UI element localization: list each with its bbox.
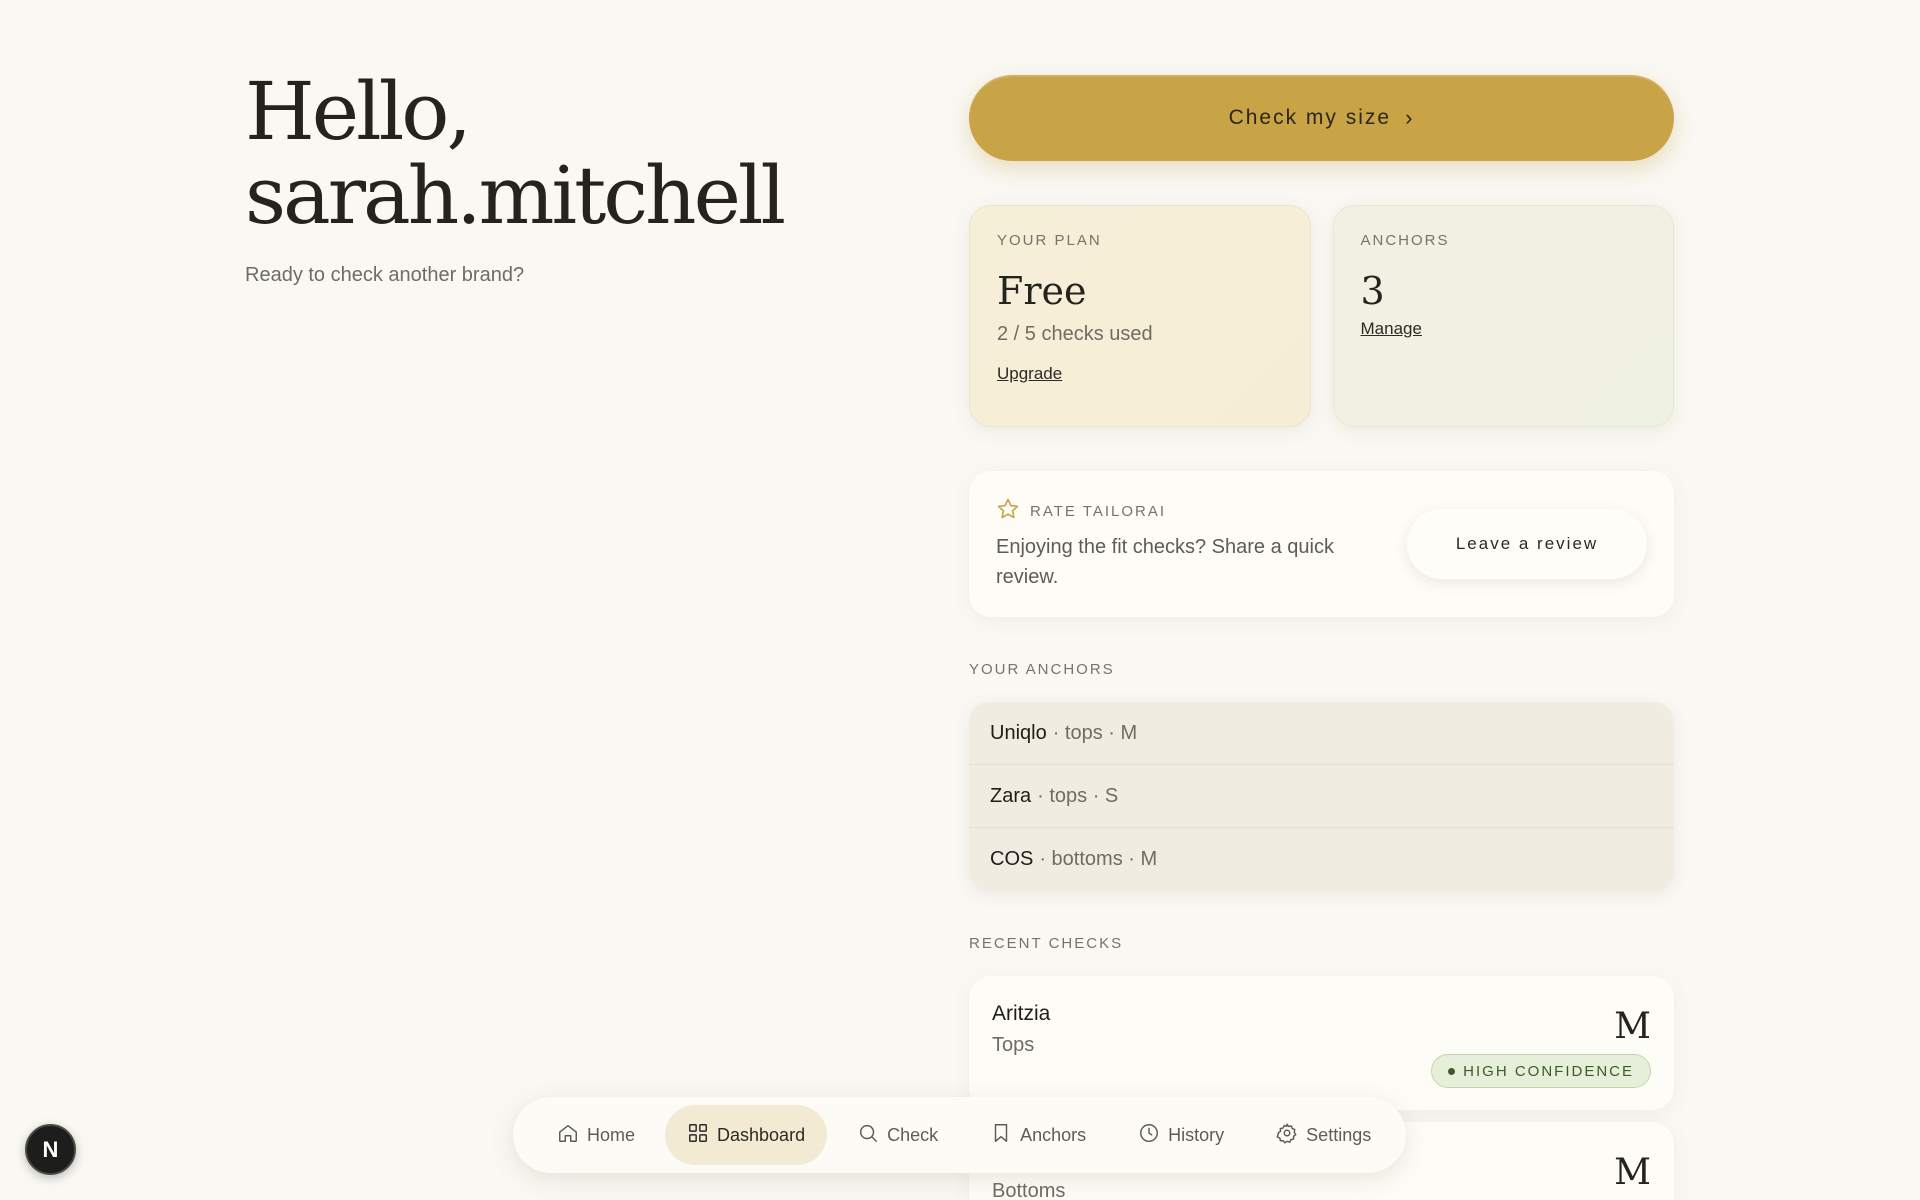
rate-text: Enjoying the fit checks? Share a quick r… <box>996 535 1334 588</box>
anchor-row-uniqlo[interactable]: Uniqlo · tops · M <box>969 702 1674 765</box>
bookmark-icon <box>990 1122 1012 1149</box>
greeting-subtitle: Ready to check another brand? <box>245 264 525 286</box>
nav-label: Check <box>887 1124 939 1145</box>
upgrade-link[interactable]: Upgrade <box>997 364 1062 384</box>
clock-icon <box>1138 1122 1160 1149</box>
grid-icon <box>687 1122 709 1149</box>
confidence-label: HIGH CONFIDENCE <box>1463 1062 1634 1080</box>
plan-usage: 2 / 5 checks used <box>997 323 1153 345</box>
nav-label: Home <box>587 1124 636 1145</box>
anchor-detail: · tops · M <box>1052 721 1138 744</box>
check-size: M <box>1614 1152 1651 1193</box>
plan-name: Free <box>997 269 1087 313</box>
anchor-brand: Uniqlo <box>990 721 1047 744</box>
nav-item-check[interactable]: Check <box>835 1105 960 1165</box>
search-icon <box>857 1122 879 1149</box>
dashboard-main: Check my size › YOUR PLAN Free 2 / 5 che… <box>969 75 1674 1200</box>
leave-review-button[interactable]: Leave a review <box>1407 509 1647 579</box>
plan-card-label: YOUR PLAN <box>997 232 1102 249</box>
recent-checks-heading: RECENT CHECKS <box>969 935 1124 952</box>
page-title: Hello, sarah.mitchell <box>245 70 786 238</box>
anchor-list: Uniqlo · tops · M Zara · tops · S COS · … <box>969 702 1674 891</box>
anchor-brand: Zara <box>990 784 1032 807</box>
greeting-username: sarah.mitchell <box>245 149 786 242</box>
anchors-count: 3 <box>1360 269 1385 313</box>
greeting-hello: Hello, <box>245 65 472 158</box>
rate-label: RATE TAILORAI <box>1030 502 1167 520</box>
plan-card: YOUR PLAN Free 2 / 5 checks used Upgrade <box>969 205 1311 427</box>
summary-cards: YOUR PLAN Free 2 / 5 checks used Upgrade… <box>969 205 1674 427</box>
star-icon <box>996 497 1020 526</box>
gear-icon <box>1276 1122 1298 1149</box>
rate-card: RATE TAILORAI Enjoying the fit checks? S… <box>969 471 1674 617</box>
check-category: Bottoms <box>992 1180 1066 1200</box>
confidence-dot-icon <box>1448 1067 1456 1075</box>
nav-label: Dashboard <box>717 1124 806 1145</box>
nav-label: History <box>1168 1124 1225 1145</box>
your-anchors-heading: YOUR ANCHORS <box>969 661 1115 678</box>
greeting: Hello, sarah.mitchell Ready to check ano… <box>245 70 786 287</box>
confidence-badge: HIGH CONFIDENCE <box>1431 1054 1651 1088</box>
anchor-row-cos[interactable]: COS · bottoms · M <box>969 828 1674 891</box>
nav-item-home[interactable]: Home <box>535 1105 657 1165</box>
chevron-right-icon: › <box>1405 105 1415 130</box>
anchor-detail: · bottoms · M <box>1039 848 1158 870</box>
check-my-size-button[interactable]: Check my size › <box>969 75 1674 161</box>
rate-header: RATE TAILORAI <box>996 497 1396 526</box>
bottom-nav: Home Dashboard Check Anchors History Set… <box>513 1097 1406 1173</box>
fab-letter: N <box>42 1136 59 1162</box>
anchor-detail: · tops · S <box>1037 784 1119 807</box>
nav-item-dashboard[interactable]: Dashboard <box>665 1105 828 1165</box>
anchors-card: ANCHORS 3 Manage <box>1332 205 1674 427</box>
check-size: M <box>1614 1006 1651 1047</box>
recent-check-card[interactable]: Aritzia Tops M HIGH CONFIDENCE <box>969 976 1674 1110</box>
check-brand: Aritzia <box>992 1002 1051 1025</box>
anchor-row-zara[interactable]: Zara · tops · S <box>969 765 1674 828</box>
rate-content: RATE TAILORAI Enjoying the fit checks? S… <box>996 497 1396 592</box>
app-avatar-button[interactable]: N <box>25 1124 76 1175</box>
nav-item-anchors[interactable]: Anchors <box>968 1105 1108 1165</box>
check-my-size-label: Check my size <box>1228 106 1392 129</box>
nav-label: Anchors <box>1020 1124 1087 1145</box>
nav-item-settings[interactable]: Settings <box>1254 1105 1393 1165</box>
nav-label: Settings <box>1306 1124 1372 1145</box>
manage-anchors-link[interactable]: Manage <box>1361 319 1422 339</box>
anchors-card-label: ANCHORS <box>1360 232 1450 249</box>
home-icon <box>557 1122 579 1149</box>
anchor-brand: COS <box>990 848 1034 870</box>
nav-item-history[interactable]: History <box>1116 1105 1246 1165</box>
